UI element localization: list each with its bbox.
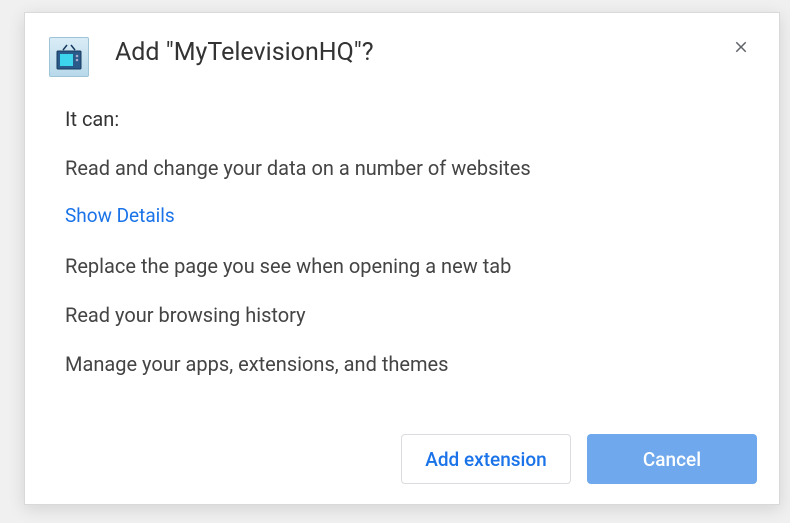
dialog-header: Add "MyTelevisionHQ"?: [25, 13, 779, 77]
permission-item: Read your browsing history: [65, 302, 739, 329]
extension-install-dialog: Add "MyTelevisionHQ"? It can: Read and c…: [24, 12, 780, 505]
extension-icon: [49, 37, 89, 77]
close-button[interactable]: [727, 33, 755, 61]
permission-item: Replace the page you see when opening a …: [65, 253, 739, 280]
show-details-link[interactable]: Show Details: [65, 204, 175, 227]
dialog-footer: Add extension Cancel: [401, 434, 757, 484]
permission-item: Read and change your data on a number of…: [65, 155, 739, 182]
cancel-button[interactable]: Cancel: [587, 434, 757, 484]
permission-item: Manage your apps, extensions, and themes: [65, 351, 739, 378]
it-can-label: It can:: [65, 107, 739, 131]
close-icon: [732, 38, 750, 56]
dialog-title: Add "MyTelevisionHQ"?: [115, 37, 715, 70]
dialog-body: It can: Read and change your data on a n…: [25, 77, 779, 378]
add-extension-button[interactable]: Add extension: [401, 434, 571, 484]
